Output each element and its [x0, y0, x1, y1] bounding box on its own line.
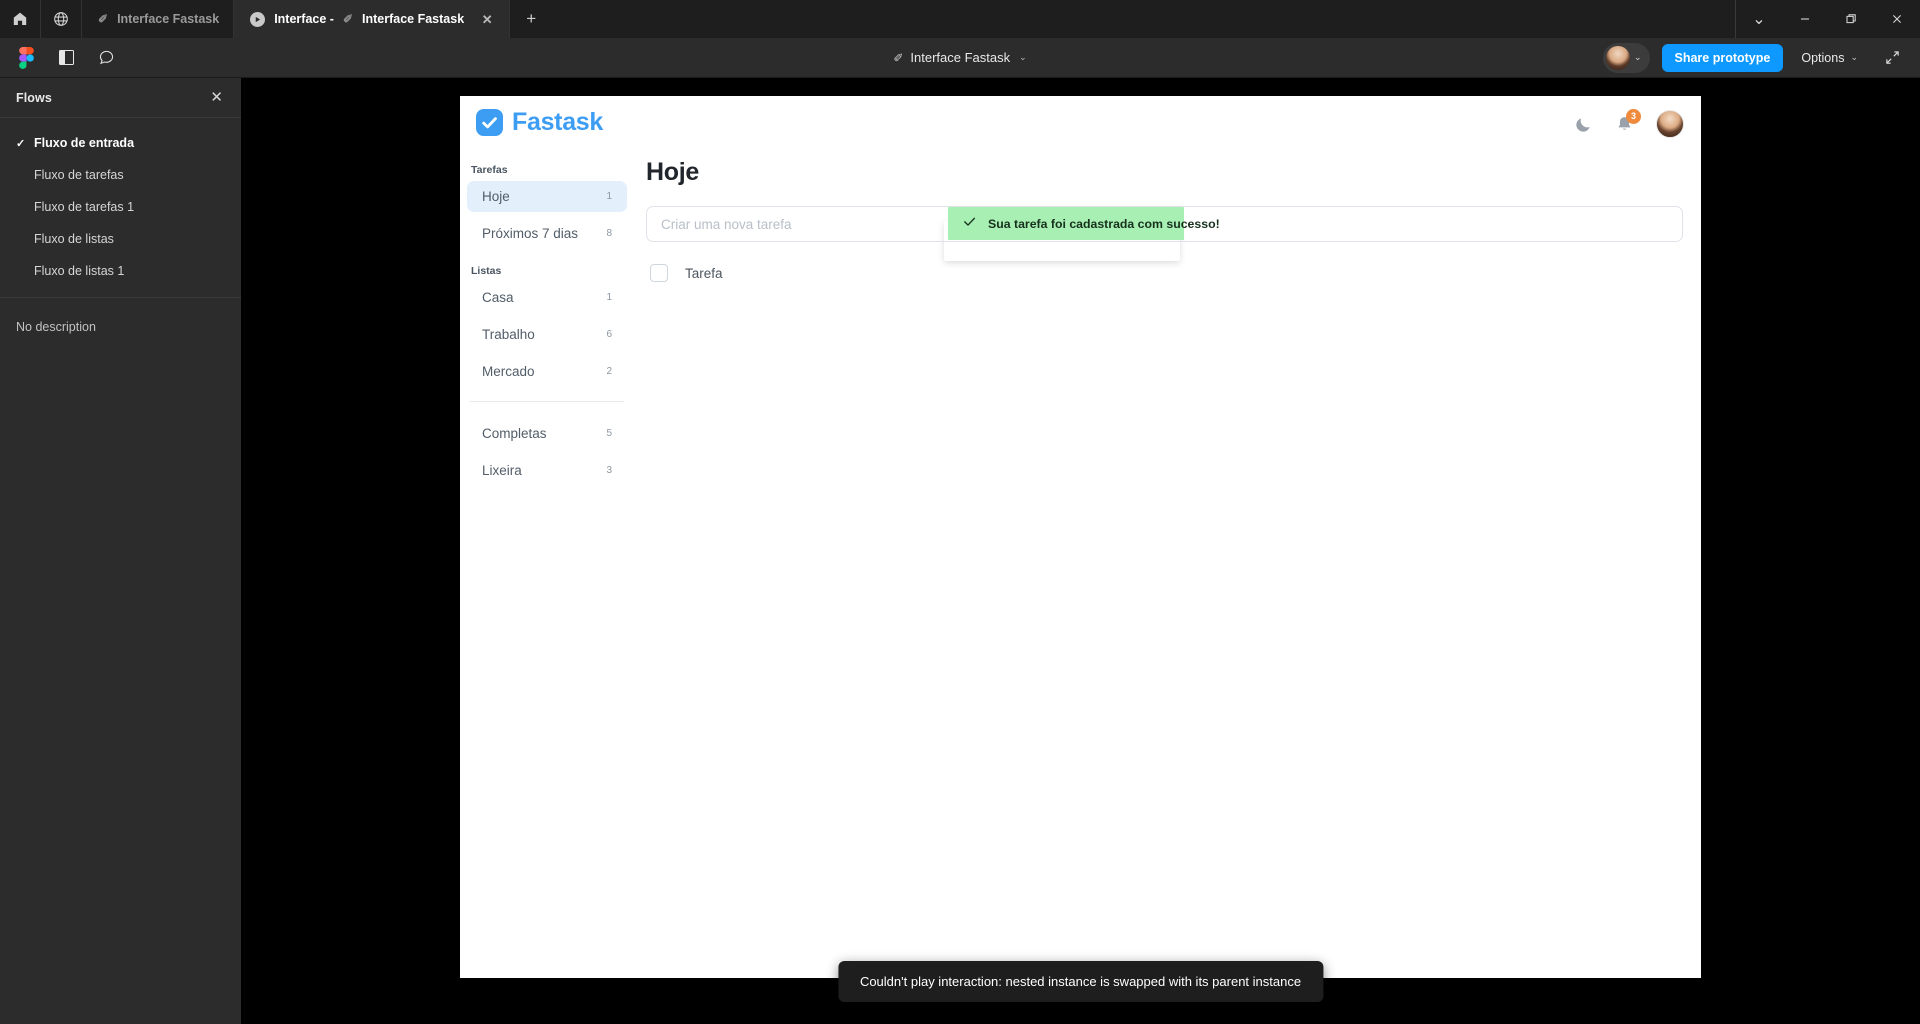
- maximize-button[interactable]: [1828, 0, 1874, 38]
- chevron-down-icon[interactable]: ⌄: [1736, 0, 1782, 38]
- tab-label: Interface Fastask: [362, 12, 465, 26]
- home-icon[interactable]: [0, 0, 41, 38]
- sidebar-item-lixeira[interactable]: Lixeira 3: [467, 455, 627, 486]
- flow-item-label: Fluxo de listas: [34, 232, 114, 246]
- page-title: Interface Fastask: [910, 50, 1011, 65]
- flows-panel-header: Flows ✕: [0, 78, 241, 118]
- avatar: [1605, 45, 1630, 70]
- app-logo-text: Fastask: [512, 108, 604, 136]
- sidebar-group-title-tarefas: Tarefas: [471, 164, 508, 176]
- sidebar-item-count: 5: [606, 428, 612, 439]
- window-tab-bar: ✐ Interface Fastask Interface - ✐ Interf…: [0, 0, 1920, 38]
- tab-interface-fastask[interactable]: ✐ Interface Fastask: [82, 0, 235, 38]
- play-icon: [250, 11, 266, 27]
- flow-item-fluxo-de-tarefas-1[interactable]: Fluxo de tarefas 1: [0, 191, 241, 223]
- sidebar-item-count: 6: [606, 329, 612, 340]
- flows-list: ✓ Fluxo de entrada Fluxo de tarefas Flux…: [0, 118, 241, 298]
- flow-item-fluxo-de-tarefas[interactable]: Fluxo de tarefas: [0, 159, 241, 191]
- user-avatar[interactable]: [1656, 110, 1684, 138]
- new-task-input[interactable]: Criar uma nova tarefa: [646, 206, 1683, 242]
- new-tab-button[interactable]: +: [510, 0, 552, 38]
- chevron-down-icon: ⌄: [1850, 52, 1858, 62]
- globe-icon[interactable]: [41, 0, 82, 38]
- sidebar-item-label: Lixeira: [482, 463, 522, 478]
- close-tab-icon[interactable]: ✕: [479, 13, 495, 26]
- new-task-placeholder: Criar uma nova tarefa: [661, 216, 792, 232]
- figma-toolbar-left: [0, 42, 126, 74]
- flow-item-fluxo-de-listas-1[interactable]: Fluxo de listas 1: [0, 255, 241, 287]
- app-frame: Fastask 3 Sua tarefa foi cadastrada com …: [460, 96, 1701, 978]
- sidebar-item-count: 1: [606, 292, 612, 303]
- sidebar-divider: [470, 401, 624, 402]
- pen-icon: ✐: [893, 50, 904, 65]
- sidebar-item-count: 2: [606, 366, 612, 377]
- flow-item-fluxo-de-entrada[interactable]: ✓ Fluxo de entrada: [0, 127, 241, 159]
- sidebar-item-label: Hoje: [482, 189, 510, 204]
- share-prototype-button[interactable]: Share prototype: [1661, 43, 1784, 72]
- figma-logo[interactable]: [6, 42, 46, 74]
- task-list-item[interactable]: Tarefa: [646, 264, 1683, 282]
- prototype-canvas: Fastask 3 Sua tarefa foi cadastrada com …: [241, 78, 1920, 1024]
- sidebar-item-hoje[interactable]: Hoje 1: [467, 181, 627, 212]
- sidebar-item-count: 3: [606, 465, 612, 476]
- sidebar-item-count: 1: [606, 191, 612, 202]
- sidebar-item-mercado[interactable]: Mercado 2: [467, 356, 627, 387]
- figma-toolbar: ✐ Interface Fastask ⌄ ⌄ Share prototype …: [0, 38, 1920, 78]
- flows-title: Flows: [16, 90, 52, 105]
- sidebar-item-completas[interactable]: Completas 5: [467, 418, 627, 449]
- task-checkbox[interactable]: [650, 264, 668, 282]
- sidebar-item-label: Mercado: [482, 364, 535, 379]
- fullscreen-icon[interactable]: [1874, 42, 1910, 74]
- task-label: Tarefa: [685, 265, 723, 281]
- minimize-button[interactable]: [1782, 0, 1828, 38]
- flow-item-label: Fluxo de tarefas: [34, 168, 124, 182]
- app-header-actions: 3: [1574, 108, 1684, 138]
- collaborator-avatar-chip[interactable]: ⌄: [1602, 42, 1650, 73]
- fastask-check-logo-icon: [476, 109, 503, 136]
- pen-icon: ✐: [98, 12, 109, 26]
- flow-item-label: Fluxo de entrada: [34, 136, 135, 150]
- pen-icon: ✐: [342, 12, 354, 26]
- tab-interface-prototype[interactable]: Interface - ✐ Interface Fastask ✕: [234, 0, 511, 38]
- moon-icon[interactable]: [1574, 115, 1593, 134]
- sidebar-group-title-listas: Listas: [471, 265, 502, 277]
- options-button[interactable]: Options ⌄: [1789, 44, 1870, 72]
- app-logo[interactable]: Fastask: [476, 108, 603, 137]
- notifications-bell[interactable]: 3: [1615, 108, 1641, 134]
- sidebar-item-label: Próximos 7 dias: [482, 226, 579, 241]
- figma-toolbar-right: ⌄ Share prototype Options ⌄: [1602, 42, 1920, 74]
- chevron-down-icon[interactable]: ⌄: [1019, 52, 1027, 63]
- check-icon: ✓: [16, 137, 26, 150]
- close-icon[interactable]: ✕: [210, 90, 223, 105]
- app-sidebar: Tarefas Hoje 1 Próximos 7 dias 8 Listas …: [467, 164, 627, 492]
- sidebar-item-proximos-7-dias[interactable]: Próximos 7 dias 8: [467, 218, 627, 249]
- chevron-down-icon[interactable]: ⌄: [1634, 52, 1642, 63]
- file-title-bar: ✐ Interface Fastask ⌄: [790, 50, 1130, 65]
- close-window-button[interactable]: [1874, 0, 1920, 38]
- options-label: Options: [1801, 50, 1845, 65]
- tab-label-prefix: Interface -: [274, 12, 334, 26]
- page-heading: Hoje: [646, 158, 699, 186]
- sidebar-item-label: Trabalho: [482, 327, 535, 342]
- flows-panel: Flows ✕ ✓ Fluxo de entrada Fluxo de tare…: [0, 78, 241, 1024]
- flow-item-label: Fluxo de tarefas 1: [34, 200, 135, 214]
- notification-badge: 3: [1626, 108, 1641, 124]
- sidebar-item-label: Completas: [482, 426, 547, 441]
- tab-label: Interface Fastask: [117, 12, 220, 26]
- sidebar-item-casa[interactable]: Casa 1: [467, 282, 627, 313]
- flow-description: No description: [16, 320, 96, 334]
- sidebar-item-count: 8: [606, 228, 612, 239]
- sidebar-item-trabalho[interactable]: Trabalho 6: [467, 319, 627, 350]
- flow-item-label: Fluxo de listas 1: [34, 264, 125, 278]
- panel-toggle-icon[interactable]: [46, 42, 86, 74]
- flow-item-fluxo-de-listas[interactable]: Fluxo de listas: [0, 223, 241, 255]
- sidebar-item-label: Casa: [482, 290, 514, 305]
- comment-icon[interactable]: [86, 42, 126, 74]
- app-main-content: Hoje Criar uma nova tarefa Tarefa: [646, 158, 1683, 282]
- status-toast: Couldn't play interaction: nested instan…: [837, 961, 1324, 1002]
- window-controls: ⌄: [1735, 0, 1920, 38]
